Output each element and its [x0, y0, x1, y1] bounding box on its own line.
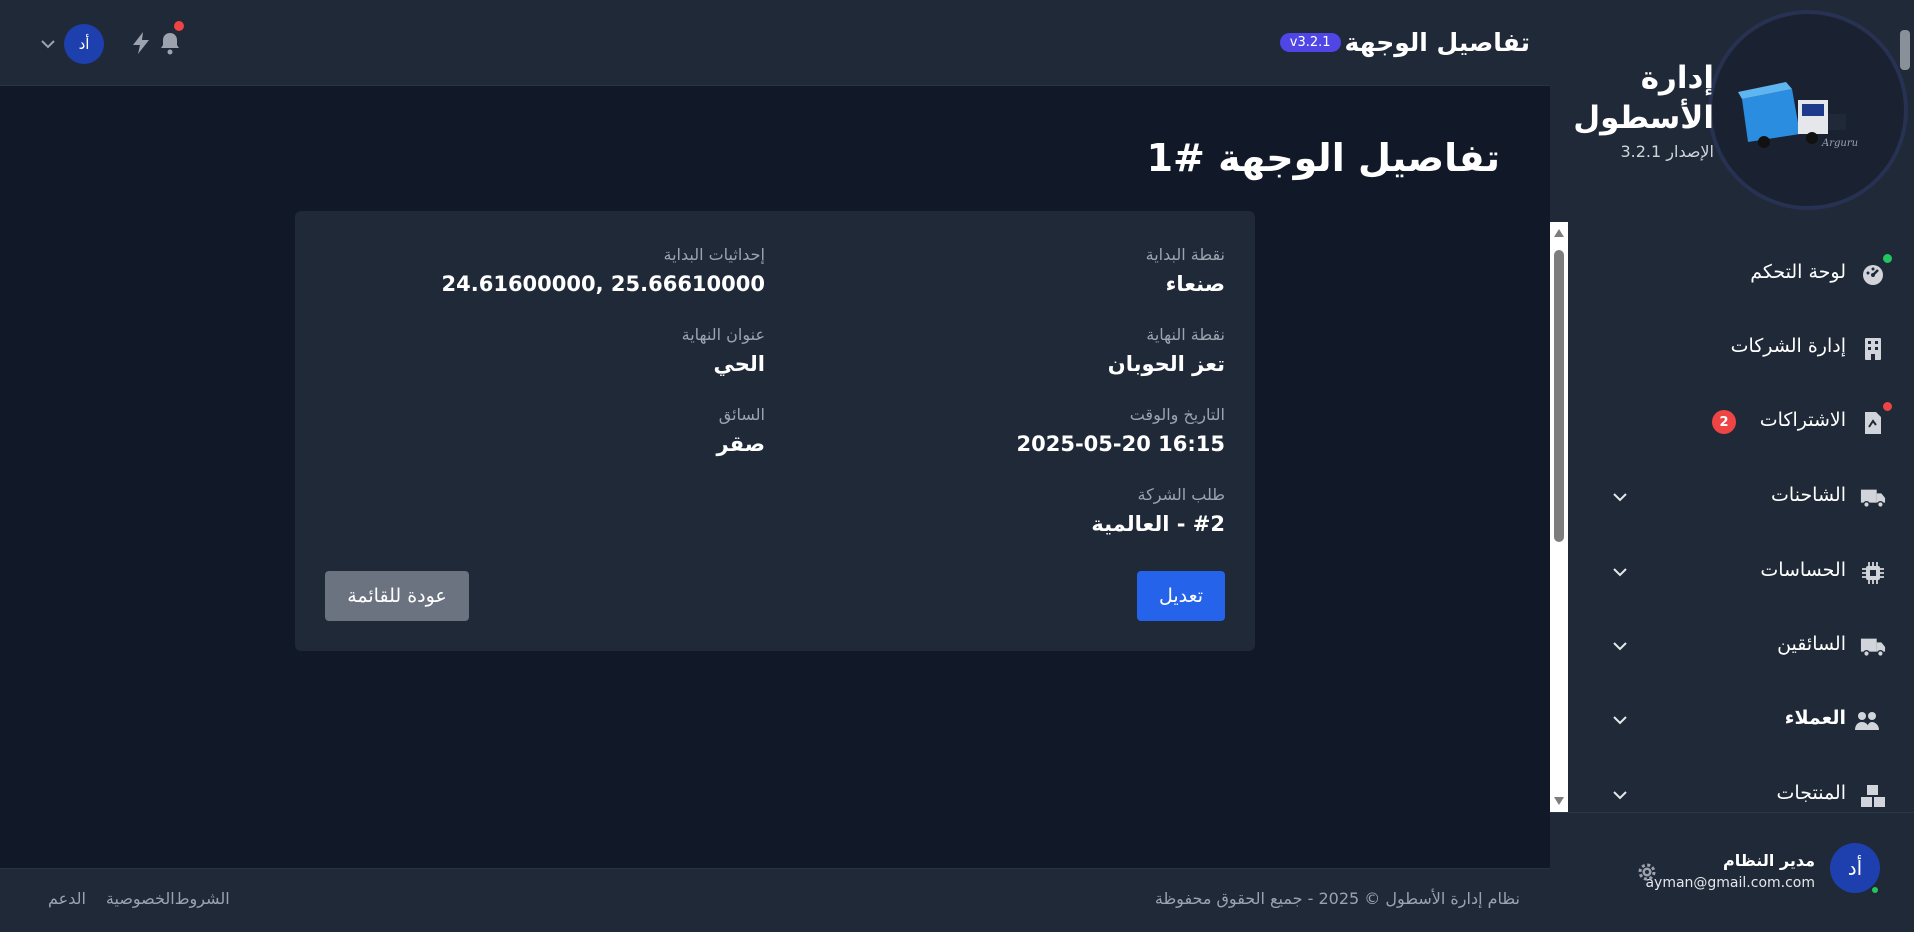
footer-copyright: نظام إدارة الأسطول © 2025 - جميع الحقوق …	[1154, 889, 1520, 908]
notification-dot	[1883, 402, 1892, 411]
chip-icon	[1860, 560, 1886, 586]
building-icon	[1860, 336, 1886, 362]
sidebar-item-sensors[interactable]: الحساسات	[1568, 542, 1914, 602]
brand-title-line2: الأسطول	[1573, 100, 1714, 136]
user-name: مدير النظام	[1722, 851, 1815, 870]
sidebar-item-clients[interactable]: العملاء	[1568, 690, 1914, 750]
scroll-up-arrow-icon[interactable]	[1554, 229, 1564, 237]
field-value: #2 - العالمية	[1091, 512, 1225, 536]
notification-dot	[174, 21, 184, 31]
truck-icon	[1860, 485, 1886, 511]
field-value: صقر	[716, 432, 765, 456]
field-label: نقطة النهاية	[1146, 325, 1225, 344]
chevron-down-icon[interactable]	[1610, 487, 1630, 507]
status-dot	[1883, 254, 1892, 263]
users-icon	[1854, 708, 1880, 734]
field-end-point: نقطة النهاية تعز الحوبان	[805, 325, 1225, 376]
chevron-down-icon[interactable]	[38, 24, 58, 64]
field-start-coordinates: إحداثيات البداية 24.61600000, 25.6661000…	[345, 245, 765, 296]
brand: إدارة الأسطول الإصدار 3.2.1	[1573, 58, 1714, 161]
boxes-icon	[1860, 783, 1886, 809]
details-card: نقطة البداية صنعاء إحداثيات البداية 24.6…	[295, 211, 1255, 651]
sidebar-scrollbar[interactable]	[1550, 222, 1568, 812]
user-menu[interactable]: أد	[38, 24, 104, 64]
truck-icon	[1860, 634, 1886, 660]
bell-icon[interactable]	[155, 21, 185, 58]
field-driver: السائق صقر	[345, 405, 765, 456]
footer-links: الشروط الخصوصية الدعم	[48, 889, 230, 908]
sidebar-item-label: العملاء	[1784, 707, 1846, 729]
window-scrollbar[interactable]	[1900, 30, 1910, 70]
version-badge: v3.2.1	[1279, 33, 1341, 52]
sidebar-item-label: الحساسات	[1760, 559, 1846, 581]
count-badge: 2	[1712, 410, 1736, 434]
sidebar-item-companies[interactable]: إدارة الشركات	[1568, 318, 1914, 378]
gear-icon[interactable]	[1634, 859, 1660, 885]
sidebar-item-label: لوحة التحكم	[1750, 261, 1846, 283]
topbar-title: v3.2.1 تفاصيل الوجهة	[1279, 28, 1530, 57]
sidebar-item-label: الشاحنات	[1771, 484, 1846, 506]
sidebar: Arguru إدارة الأسطول الإصدار 3.2.1 لوحة …	[1550, 0, 1914, 932]
sidebar-item-products[interactable]: المنتجات	[1568, 765, 1914, 812]
file-invoice-icon	[1860, 410, 1886, 436]
field-value: الحي	[713, 352, 765, 376]
field-label: عنوان النهاية	[681, 325, 765, 344]
sidebar-user[interactable]: أد مدير النظام ayman@gmail.com.com	[1550, 812, 1914, 932]
sidebar-item-trucks[interactable]: الشاحنات	[1568, 467, 1914, 527]
footer-link-support[interactable]: الدعم	[48, 889, 86, 908]
field-label: إحداثيات البداية	[663, 245, 765, 264]
sidebar-item-label: السائقين	[1777, 633, 1846, 655]
truck-logo-icon: Arguru	[1738, 82, 1858, 149]
field-value: 2025-05-20 16:15	[1016, 432, 1225, 456]
online-status-dot	[1870, 885, 1880, 895]
avatar[interactable]: أد	[64, 24, 104, 64]
field-label: نقطة البداية	[1145, 245, 1225, 264]
sidebar-item-subscriptions[interactable]: الاشتراكات 2	[1568, 392, 1914, 452]
user-email: ayman@gmail.com.com	[1645, 875, 1815, 891]
scrollbar-thumb[interactable]	[1554, 250, 1564, 542]
bolt-icon[interactable]	[126, 28, 156, 58]
footer-link-privacy[interactable]: الخصوصية	[106, 889, 175, 908]
dashboard-icon	[1860, 262, 1886, 288]
page-title: تفاصيل الوجهة	[1344, 28, 1530, 57]
chevron-down-icon[interactable]	[1610, 562, 1630, 582]
field-label: التاريخ والوقت	[1129, 405, 1225, 424]
field-datetime: التاريخ والوقت 2025-05-20 16:15	[805, 405, 1225, 456]
footer-link-terms[interactable]: الشروط	[175, 889, 230, 908]
sidebar-item-label: إدارة الشركات	[1730, 335, 1846, 357]
topbar: أد v3.2.1 تفاصيل الوجهة	[0, 0, 1550, 86]
chevron-down-icon[interactable]	[1610, 636, 1630, 656]
chevron-down-icon[interactable]	[1610, 710, 1630, 730]
back-to-list-button[interactable]: عودة للقائمة	[325, 571, 469, 621]
brand-version: الإصدار 3.2.1	[1620, 142, 1714, 161]
logo[interactable]: Arguru	[1708, 10, 1908, 210]
field-label: طلب الشركة	[1137, 485, 1225, 504]
field-start-point: نقطة البداية صنعاء	[805, 245, 1225, 296]
chevron-down-icon[interactable]	[1610, 785, 1630, 805]
sidebar-nav: لوحة التحكم إدارة الشركات الاشتراكات 2 ا…	[1568, 222, 1914, 812]
sidebar-item-label: المنتجات	[1776, 782, 1846, 804]
field-value: صنعاء	[1165, 272, 1225, 296]
scroll-down-arrow-icon[interactable]	[1554, 797, 1564, 805]
destination-heading: تفاصيل الوجهة #1	[1146, 136, 1500, 180]
sidebar-item-drivers[interactable]: السائقين	[1568, 616, 1914, 676]
sidebar-item-dashboard[interactable]: لوحة التحكم	[1568, 244, 1914, 304]
sidebar-item-label: الاشتراكات	[1759, 409, 1846, 431]
field-value: تعز الحوبان	[1107, 352, 1225, 376]
brand-title-line1: إدارة	[1640, 60, 1714, 96]
field-value: 24.61600000, 25.66610000	[441, 272, 765, 296]
svg-text:Arguru: Arguru	[1821, 138, 1858, 149]
main-content: أد v3.2.1 تفاصيل الوجهة تفاصيل الوجهة #1…	[0, 0, 1550, 932]
edit-button[interactable]: تعديل	[1137, 571, 1225, 621]
sidebar-header: Arguru إدارة الأسطول الإصدار 3.2.1	[1550, 0, 1914, 222]
field-label: السائق	[718, 405, 765, 424]
footer: نظام إدارة الأسطول © 2025 - جميع الحقوق …	[0, 868, 1550, 932]
field-company-request: طلب الشركة #2 - العالمية	[805, 485, 1225, 536]
field-end-address: عنوان النهاية الحي	[345, 325, 765, 376]
